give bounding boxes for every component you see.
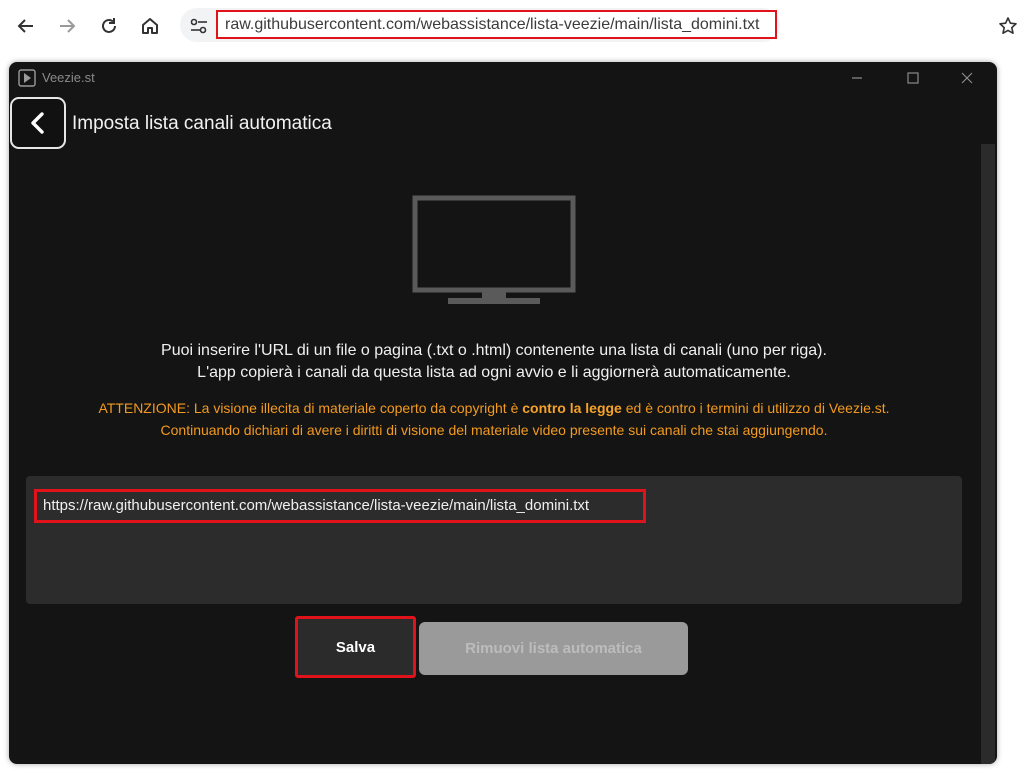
window-title: Veezie.st xyxy=(42,70,95,85)
browser-toolbar: raw.githubusercontent.com/webassistance/… xyxy=(0,0,1024,52)
tv-icon xyxy=(412,195,576,307)
warning-line-2: Continuando dichiari di avere i diritti … xyxy=(160,422,828,438)
warning-text-bold: contro la legge xyxy=(522,400,622,416)
scrollbar[interactable] xyxy=(981,144,995,764)
back-button[interactable] xyxy=(10,97,66,149)
page-title: Imposta lista canali automatica xyxy=(72,113,332,134)
home-icon[interactable] xyxy=(136,12,164,40)
info-line-1: Puoi inserire l'URL di un file o pagina … xyxy=(161,342,827,359)
window-titlebar: Veezie.st xyxy=(9,62,997,94)
info-line-2: L'app copierà i canali da questa lista a… xyxy=(197,364,791,381)
address-url[interactable]: raw.githubusercontent.com/webassistance/… xyxy=(216,10,777,39)
bookmark-star-icon[interactable] xyxy=(994,12,1022,40)
url-input-value[interactable]: https://raw.githubusercontent.com/webass… xyxy=(34,489,646,523)
warning-text-post: ed è contro i termini di utilizzo di Vee… xyxy=(621,400,890,416)
app-logo-icon xyxy=(18,69,36,87)
close-icon[interactable] xyxy=(947,66,987,90)
warning-text-pre: ATTENZIONE: La visione illecita di mater… xyxy=(98,400,523,416)
app-window: Veezie.st Imposta lista canali automatic… xyxy=(9,62,997,764)
site-settings-icon[interactable] xyxy=(186,14,212,38)
save-button[interactable]: Salva xyxy=(295,616,416,678)
minimize-icon[interactable] xyxy=(837,66,877,90)
url-textarea[interactable]: https://raw.githubusercontent.com/webass… xyxy=(26,476,962,604)
forward-arrow-icon[interactable] xyxy=(53,12,81,40)
chevron-left-icon xyxy=(31,112,44,134)
warning-line-1: ATTENZIONE: La visione illecita di mater… xyxy=(9,400,979,416)
back-arrow-icon[interactable] xyxy=(12,12,40,40)
maximize-icon[interactable] xyxy=(893,66,933,90)
reload-icon[interactable] xyxy=(95,12,123,40)
remove-list-button[interactable]: Rimuovi lista automatica xyxy=(419,622,688,675)
